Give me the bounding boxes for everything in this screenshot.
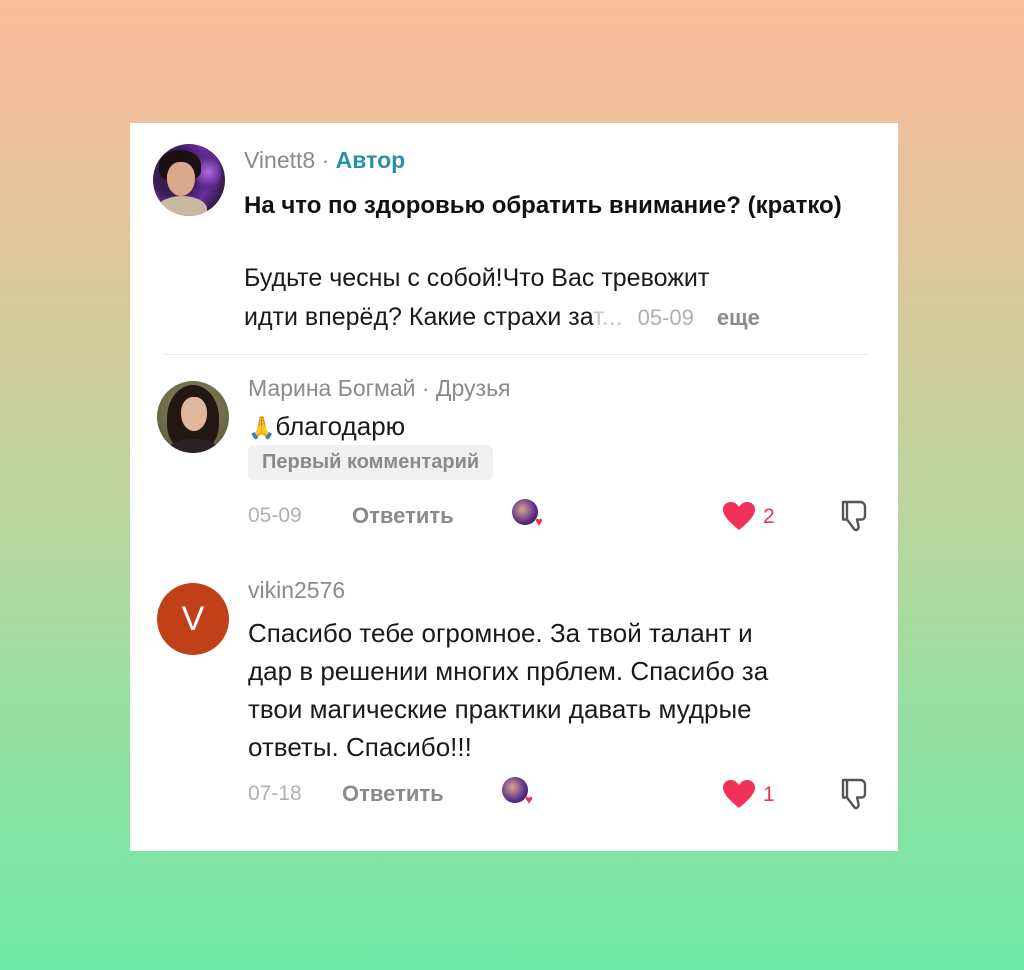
mini-heart-icon: ♥: [525, 792, 533, 807]
comment-text-line: твои магические практики давать мудрые: [248, 694, 752, 724]
comment-text-line: Спасибо тебе огромное. За твой талант и: [248, 618, 753, 648]
avatar-face: [167, 162, 195, 196]
comment-author-name[interactable]: vikin2576: [248, 577, 345, 604]
commenter-avatar-letter[interactable]: V: [157, 583, 229, 655]
comment-author-name[interactable]: Марина Богмай: [248, 375, 415, 401]
comment-author-line: Марина Богмай · Друзья: [248, 375, 511, 402]
mini-heart-icon: ♥: [535, 514, 543, 529]
reply-button[interactable]: Ответить: [342, 781, 444, 807]
commenter-avatar[interactable]: [157, 381, 229, 453]
friend-badge: Друзья: [435, 375, 511, 401]
comment-date: 05-09: [248, 504, 302, 527]
comment-text-line: дар в решении многих прблем. Спасибо за: [248, 656, 769, 686]
comment-text-value: благодарю: [275, 411, 406, 441]
author-avatar[interactable]: [153, 144, 225, 216]
author-badge: Автор: [335, 147, 406, 173]
dislike-icon[interactable]: [836, 499, 870, 533]
divider: [162, 354, 868, 355]
post-body-faded: т...: [593, 303, 623, 331]
avatar-body: [157, 196, 207, 216]
more-link[interactable]: еще: [717, 305, 760, 330]
heart-icon[interactable]: [722, 501, 756, 531]
post-date: 05-09: [637, 305, 694, 330]
post-title: На что по здоровью обратить внимание? (к…: [244, 192, 842, 219]
post-body-line2: идти вперёд? Какие страхи зат... 05-09 е…: [244, 298, 760, 337]
comment-text-line: ответы. Спасибо!!!: [248, 732, 472, 762]
avatar-clothes: [169, 439, 217, 453]
reply-button[interactable]: Ответить: [352, 503, 454, 529]
first-comment-tag: Первый комментарий: [248, 445, 494, 480]
post-author-name[interactable]: Vinett8: [244, 147, 315, 173]
heart-icon[interactable]: [722, 779, 756, 809]
pray-emoji-icon: 🙏: [248, 415, 276, 440]
like-count: 2: [763, 505, 775, 528]
comment-text: 🙏благодарю: [248, 407, 405, 447]
comments-card: Vinett8 · Автор На что по здоровью обрат…: [130, 123, 898, 851]
post-body-line1: Будьте чесны с собой!Что Вас тревожит: [244, 264, 710, 292]
name-separator: ·: [415, 375, 436, 401]
dislike-icon[interactable]: [836, 777, 870, 811]
post-body-visible: идти вперёд? Какие страхи за: [244, 303, 594, 331]
like-count: 1: [763, 783, 775, 806]
avatar-face: [181, 397, 207, 431]
comment-date: 07-18: [248, 782, 302, 805]
name-separator: ·: [315, 147, 336, 173]
post-author-line: Vinett8 · Автор: [244, 147, 405, 174]
